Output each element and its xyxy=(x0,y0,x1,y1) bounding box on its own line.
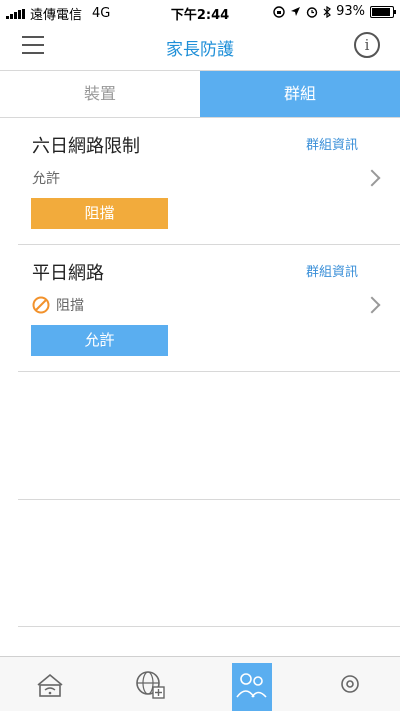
hamburger-menu-icon[interactable] xyxy=(22,36,44,54)
bottom-nav xyxy=(0,656,400,711)
chevron-right-icon[interactable] xyxy=(363,296,381,314)
settings-icon[interactable] xyxy=(333,667,367,701)
wifi-router-icon[interactable] xyxy=(33,667,67,701)
family-icon[interactable] xyxy=(232,663,272,711)
battery-percent: 93% xyxy=(336,4,365,19)
group-name: 平日網路 xyxy=(32,263,104,284)
group-status: 允許 xyxy=(32,168,60,188)
group-info-link[interactable]: 群組資訊 xyxy=(306,261,358,280)
tab-groups[interactable]: 群組 xyxy=(200,71,400,117)
tab-devices[interactable]: 裝置 xyxy=(0,71,200,117)
bluetooth-icon xyxy=(323,5,332,18)
alarm-icon xyxy=(306,6,318,18)
nav-bar: 家長防護 i xyxy=(0,22,400,71)
list-divider xyxy=(18,626,400,627)
group-status-label: 阻擋 xyxy=(56,298,84,314)
chevron-right-icon[interactable] xyxy=(363,169,381,187)
group-item[interactable]: 平日網路 群組資訊 阻擋 允許 xyxy=(18,245,400,372)
tab-bar: 裝置 群組 xyxy=(0,71,400,118)
globe-add-icon[interactable] xyxy=(133,667,167,701)
battery-icon xyxy=(370,5,396,18)
group-info-link[interactable]: 群組資訊 xyxy=(306,134,358,153)
page-title: 家長防護 xyxy=(166,40,234,60)
info-icon[interactable]: i xyxy=(354,32,380,58)
rotation-lock-icon xyxy=(273,5,285,18)
group-name: 六日網路限制 xyxy=(32,136,140,157)
allow-button[interactable]: 允許 xyxy=(31,325,168,356)
location-icon xyxy=(291,7,301,16)
group-status-label: 允許 xyxy=(32,171,60,187)
block-icon xyxy=(32,296,50,314)
block-button[interactable]: 阻擋 xyxy=(31,198,168,229)
list-divider xyxy=(18,499,400,500)
group-status: 阻擋 xyxy=(32,295,84,315)
status-bar: 遠傳電信 4G 下午2:44 93% xyxy=(0,0,400,23)
group-item[interactable]: 六日網路限制 群組資訊 允許 阻擋 xyxy=(18,118,400,245)
